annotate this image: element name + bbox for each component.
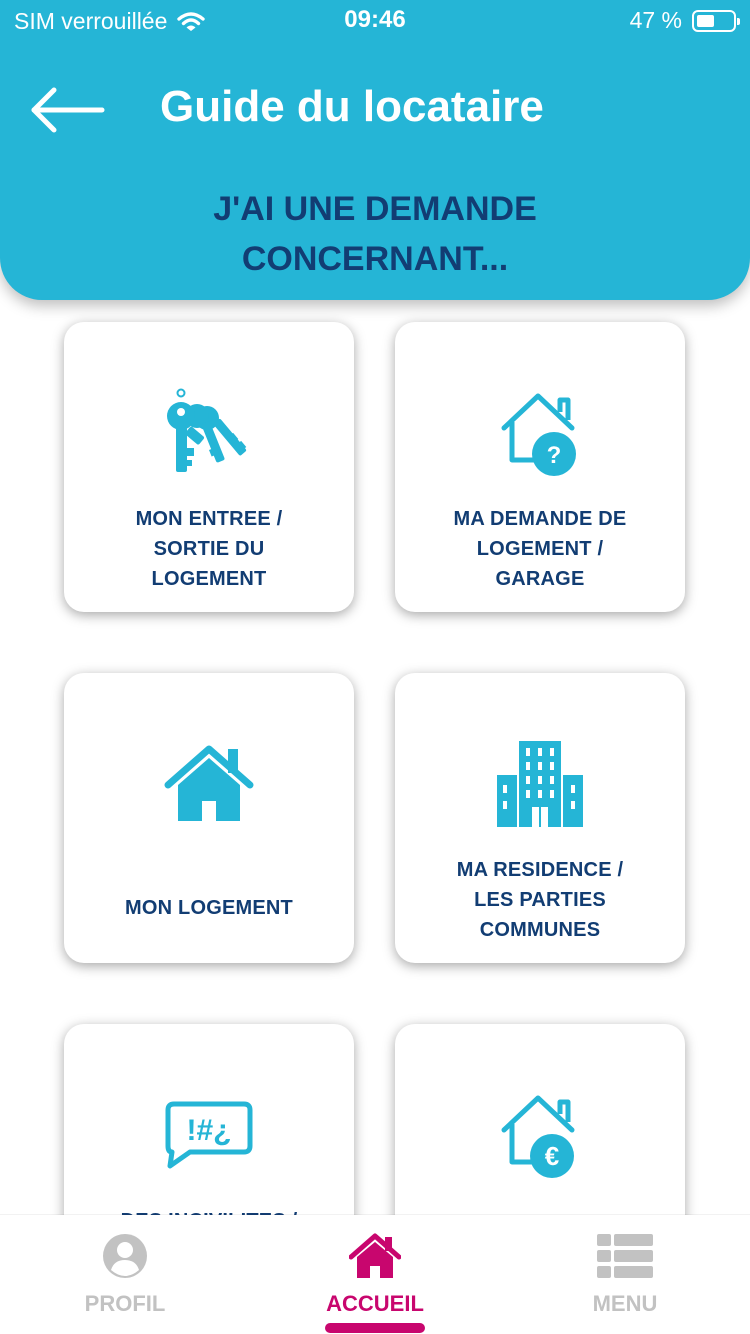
card-label-line: LOGEMENT (151, 568, 267, 590)
nav-label: PROFIL (84, 1291, 166, 1316)
card-label-line: MON LOGEMENT (125, 897, 293, 919)
list-icon (597, 1234, 653, 1278)
card-residence[interactable]: MA RESIDENCE / LES PARTIES COMMUNES (395, 673, 685, 963)
battery-level (697, 14, 714, 27)
keys-icon (167, 388, 247, 472)
card-label: MA RESIDENCE / LES PARTIES COMMUNES (415, 855, 665, 945)
subtitle-line: J'AI UNE DEMANDE (213, 190, 537, 228)
card-label-line: LES PARTIES (474, 889, 606, 911)
card-label-line: MA RESIDENCE / (456, 859, 624, 881)
house-euro-icon: € (501, 1095, 575, 1178)
card-label-line: LOGEMENT / (476, 538, 604, 560)
building-icon (497, 741, 583, 827)
speech-bubble-icon: !#¿ (165, 1101, 253, 1169)
nav-profil[interactable]: PROFIL (0, 1215, 250, 1334)
battery-percent: 47 % (629, 7, 682, 33)
card-label: MON ENTREE / SORTIE DU LOGEMENT (84, 504, 334, 594)
page-subtitle: J'AI UNE DEMANDE CONCERNANT... (0, 184, 750, 284)
euro-sign: € (545, 1141, 559, 1171)
card-label-line: COMMUNES (479, 919, 601, 941)
status-bar: SIM verrouillée 09:46 47 % (0, 0, 750, 42)
bottom-nav: PROFIL ACCUEIL MENU (0, 1215, 750, 1334)
app-header: SIM verrouillée 09:46 47 % Guide du loca… (0, 0, 750, 300)
battery-status: 47 % (629, 7, 740, 34)
card-label-line: MON ENTREE / (135, 508, 283, 530)
nav-menu[interactable]: MENU (500, 1215, 750, 1334)
card-label-line: DES INCIVILITES / (84, 1206, 334, 1215)
card-incivilites[interactable]: !#¿ DES INCIVILITES / (64, 1024, 354, 1215)
house-question-icon: ? (501, 393, 576, 476)
card-label: MA DEMANDE DE LOGEMENT / GARAGE (415, 504, 665, 594)
nav-label: MENU (592, 1291, 658, 1316)
active-tab-indicator (325, 1323, 425, 1333)
user-icon (103, 1234, 147, 1278)
card-label-line: MA DEMANDE DE (453, 508, 627, 530)
card-entree-sortie[interactable]: MON ENTREE / SORTIE DU LOGEMENT (64, 322, 354, 612)
card-mon-logement[interactable]: MON LOGEMENT (64, 673, 354, 963)
page-title: Guide du locataire (160, 82, 544, 131)
card-demande-logement[interactable]: ? MA DEMANDE DE LOGEMENT / GARAGE (395, 322, 685, 612)
home-icon (349, 1233, 401, 1278)
back-button[interactable] (28, 82, 108, 138)
nav-accueil[interactable]: ACCUEIL (250, 1215, 500, 1334)
bubble-text: !#¿ (187, 1114, 232, 1147)
battery-icon (692, 9, 740, 32)
question-mark: ? (547, 442, 562, 469)
subtitle-line: CONCERNANT... (241, 240, 509, 278)
card-label: DES INCIVILITES / (84, 1206, 334, 1215)
arrow-left-icon (31, 87, 105, 133)
house-icon (164, 745, 254, 821)
card-label: MON LOGEMENT (84, 893, 334, 923)
card-label-line: SORTIE DU (153, 538, 265, 560)
card-loyer[interactable]: € (395, 1024, 685, 1215)
card-label-line: GARAGE (495, 568, 585, 590)
nav-label: ACCUEIL (326, 1291, 424, 1316)
